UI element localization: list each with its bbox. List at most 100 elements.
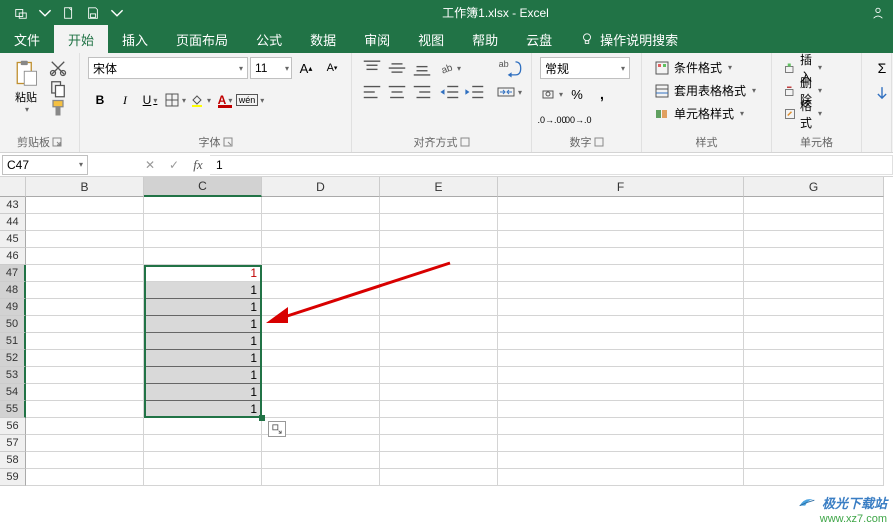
tab-review[interactable]: 审阅 <box>350 25 404 53</box>
cell[interactable] <box>498 214 744 231</box>
autosum-icon[interactable]: Σ <box>870 57 893 79</box>
tab-cloud[interactable]: 云盘 <box>512 25 566 53</box>
cell[interactable] <box>744 333 884 350</box>
cell[interactable] <box>262 197 380 214</box>
cell[interactable] <box>26 333 144 350</box>
conditional-format-button[interactable]: 条件格式▾ <box>650 57 760 78</box>
align-middle-icon[interactable] <box>385 57 409 79</box>
cell[interactable] <box>144 197 262 214</box>
cell[interactable] <box>380 401 498 418</box>
font-size-select[interactable]: 11▾ <box>250 57 292 79</box>
cell[interactable] <box>144 418 262 435</box>
row-header[interactable]: 52 <box>0 350 26 367</box>
cell[interactable] <box>26 350 144 367</box>
dialog-launcher-icon[interactable] <box>52 137 62 147</box>
column-header[interactable]: C <box>144 177 262 197</box>
cell[interactable] <box>498 333 744 350</box>
cell[interactable] <box>262 316 380 333</box>
cell[interactable] <box>744 299 884 316</box>
phonetic-button[interactable]: wén▾ <box>238 89 262 111</box>
cell[interactable] <box>744 214 884 231</box>
cell[interactable]: 1 <box>144 350 262 367</box>
cell[interactable] <box>380 350 498 367</box>
tab-file[interactable]: 文件 <box>0 25 54 53</box>
cell[interactable] <box>26 197 144 214</box>
cell[interactable] <box>262 248 380 265</box>
cell[interactable] <box>262 282 380 299</box>
cell[interactable] <box>744 367 884 384</box>
cell[interactable] <box>26 367 144 384</box>
cell[interactable] <box>26 299 144 316</box>
tab-help[interactable]: 帮助 <box>458 25 512 53</box>
format-cells-button[interactable]: 格式▾ <box>780 103 826 124</box>
font-color-button[interactable]: A▾ <box>213 89 237 111</box>
cancel-formula-button[interactable]: ✕ <box>138 155 162 175</box>
cell[interactable] <box>498 401 744 418</box>
cell[interactable] <box>262 333 380 350</box>
chevron-down-icon[interactable] <box>34 2 56 24</box>
cell[interactable] <box>26 231 144 248</box>
column-header[interactable]: G <box>744 177 884 197</box>
tab-home[interactable]: 开始 <box>54 25 108 53</box>
autosave-icon[interactable] <box>10 2 32 24</box>
cell[interactable]: 1 <box>144 282 262 299</box>
cell[interactable] <box>498 367 744 384</box>
fill-handle[interactable] <box>259 415 265 421</box>
cell[interactable] <box>744 418 884 435</box>
cell[interactable] <box>380 316 498 333</box>
cell[interactable] <box>380 248 498 265</box>
fx-button[interactable]: fx <box>186 155 210 175</box>
row-header[interactable]: 45 <box>0 231 26 248</box>
cell[interactable] <box>744 231 884 248</box>
cell[interactable] <box>26 282 144 299</box>
underline-button[interactable]: U▾ <box>138 89 162 111</box>
cell[interactable] <box>380 469 498 486</box>
cell[interactable] <box>26 248 144 265</box>
cell[interactable] <box>26 452 144 469</box>
name-box[interactable]: C47▾ <box>2 155 88 175</box>
font-name-select[interactable]: 宋体▾ <box>88 57 248 79</box>
cell[interactable]: 1 <box>144 367 262 384</box>
cell[interactable] <box>144 248 262 265</box>
column-header[interactable]: B <box>26 177 144 197</box>
cell[interactable] <box>744 316 884 333</box>
cell[interactable]: 1 <box>144 299 262 316</box>
wrap-text-icon[interactable]: ab <box>495 57 523 79</box>
row-header[interactable]: 51 <box>0 333 26 350</box>
dialog-launcher-icon[interactable] <box>223 137 233 147</box>
paste-button[interactable]: 粘贴 ▾ <box>8 57 44 116</box>
tab-insert[interactable]: 插入 <box>108 25 162 53</box>
cell[interactable] <box>744 401 884 418</box>
align-right-icon[interactable] <box>410 81 434 103</box>
cell[interactable] <box>262 299 380 316</box>
cell[interactable] <box>498 282 744 299</box>
cell[interactable] <box>498 435 744 452</box>
cell[interactable]: 1 <box>144 265 262 282</box>
cell[interactable] <box>144 452 262 469</box>
cell[interactable] <box>262 435 380 452</box>
share-icon[interactable] <box>867 2 889 24</box>
cell[interactable] <box>498 197 744 214</box>
cell[interactable] <box>380 214 498 231</box>
align-bottom-icon[interactable] <box>410 57 434 79</box>
increase-indent-icon[interactable] <box>463 81 487 103</box>
cell[interactable] <box>26 265 144 282</box>
cell[interactable] <box>380 333 498 350</box>
decrease-decimal-icon[interactable]: .00→.0 <box>565 109 589 131</box>
cell[interactable] <box>380 367 498 384</box>
cell[interactable] <box>744 452 884 469</box>
cell[interactable]: 1 <box>144 316 262 333</box>
cell[interactable] <box>26 469 144 486</box>
tab-formula[interactable]: 公式 <box>242 25 296 53</box>
cell[interactable] <box>26 316 144 333</box>
cell[interactable] <box>262 231 380 248</box>
cell[interactable] <box>26 418 144 435</box>
increase-font-icon[interactable]: A▴ <box>294 57 318 79</box>
cell[interactable] <box>498 265 744 282</box>
new-file-icon[interactable] <box>58 2 80 24</box>
cell[interactable]: 1 <box>144 333 262 350</box>
cell[interactable] <box>262 265 380 282</box>
cell[interactable] <box>262 384 380 401</box>
cell[interactable] <box>744 435 884 452</box>
row-header[interactable]: 50 <box>0 316 26 333</box>
